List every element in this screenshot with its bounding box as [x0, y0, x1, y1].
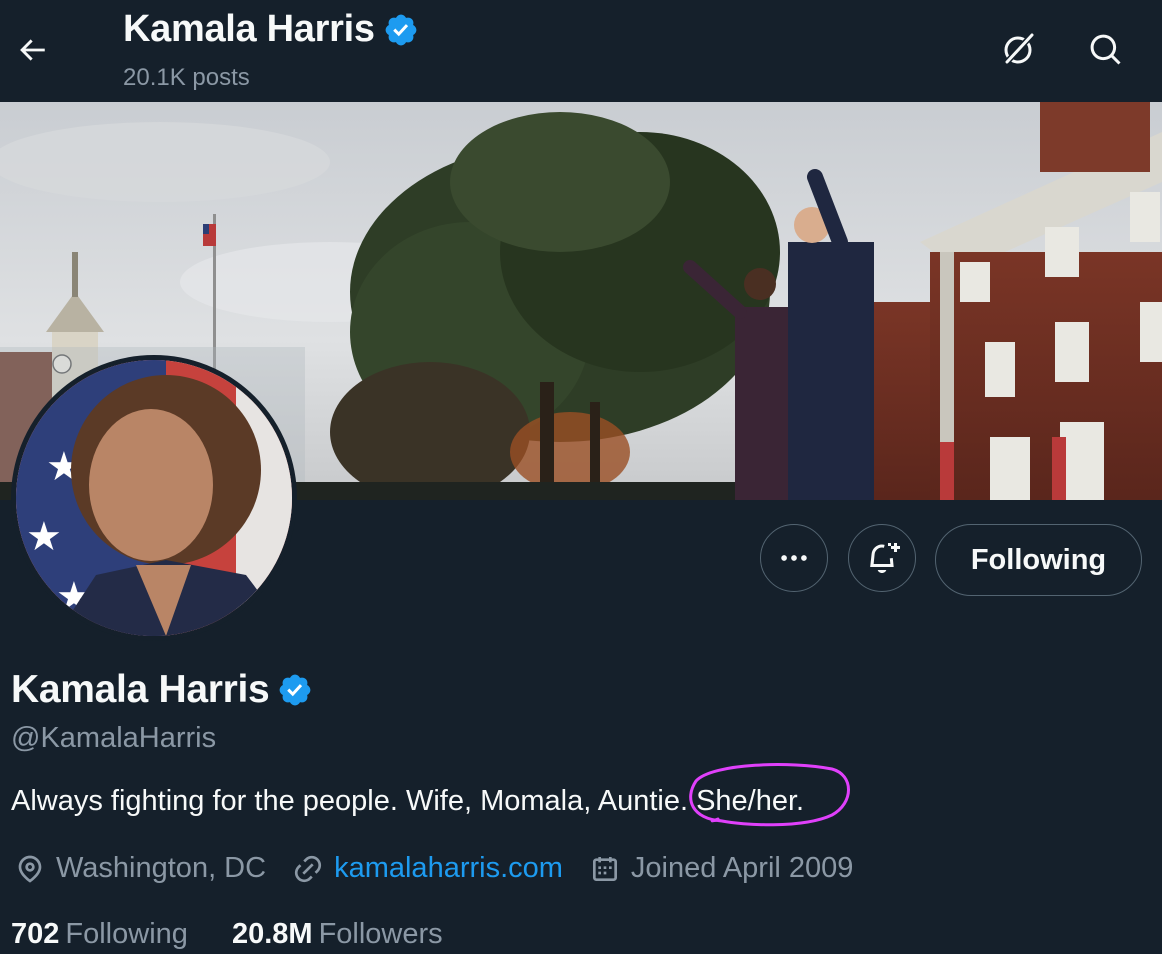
followers-count: 20.8M [231, 918, 313, 950]
header-name: Kamala Harris [123, 8, 375, 50]
location-text: Washington, DC [56, 852, 267, 884]
profile-display-name: Kamala Harris [11, 668, 270, 711]
profile-meta: Washington, DC kamalaharris.com Joined A… [14, 852, 879, 885]
profile-avatar[interactable]: ★ ★ ★ [11, 355, 297, 641]
following-stat[interactable]: 702 Following [11, 918, 188, 951]
link-icon [294, 855, 322, 882]
followers-label: Followers [318, 918, 443, 950]
following-button[interactable]: Following [935, 524, 1142, 596]
profile-handle: @KamalaHarris [11, 722, 217, 754]
more-dots-icon [781, 555, 807, 561]
bio-pronouns: She/her. [689, 763, 850, 827]
bell-plus-icon [870, 543, 900, 573]
joined-item: Joined April 2009 [589, 852, 854, 885]
grok-icon [1003, 33, 1034, 66]
location-item: Washington, DC [14, 852, 266, 885]
verified-badge-icon [383, 12, 419, 48]
profile-name: Kamala Harris [11, 668, 313, 712]
avatar-image: ★ ★ ★ [16, 360, 292, 636]
grok-button[interactable] [994, 26, 1042, 74]
location-pin-icon [18, 855, 42, 883]
website-item[interactable]: kamalaharris.com [292, 852, 563, 885]
joined-text: Joined April 2009 [630, 852, 854, 884]
followers-stat[interactable]: 20.8M Followers [232, 918, 443, 951]
back-button[interactable] [12, 30, 52, 70]
notifications-button[interactable] [848, 524, 916, 592]
calendar-icon [592, 856, 617, 881]
verified-badge-icon[interactable] [277, 672, 313, 708]
search-icon [1090, 34, 1121, 65]
bio-pronouns-text: She/her. [696, 785, 805, 817]
top-bar: Kamala Harris 20.1K posts [0, 0, 1162, 102]
website-link[interactable]: kamalaharris.com [334, 852, 563, 885]
following-label: Following [65, 918, 188, 950]
back-arrow-icon [20, 39, 45, 61]
profile-bio: Always fighting for the people. Wife, Mo… [11, 763, 850, 827]
header-title: Kamala Harris [123, 8, 419, 51]
bio-text: Always fighting for the people. Wife, Mo… [11, 785, 697, 817]
svg-text:★: ★ [26, 514, 62, 560]
search-button[interactable] [1082, 26, 1130, 74]
more-options-button[interactable] [760, 524, 828, 592]
following-count: 702 [11, 918, 60, 950]
profile-stats: 702 Following 20.8M Followers [11, 918, 479, 951]
posts-count: 20.1K posts [123, 64, 250, 91]
